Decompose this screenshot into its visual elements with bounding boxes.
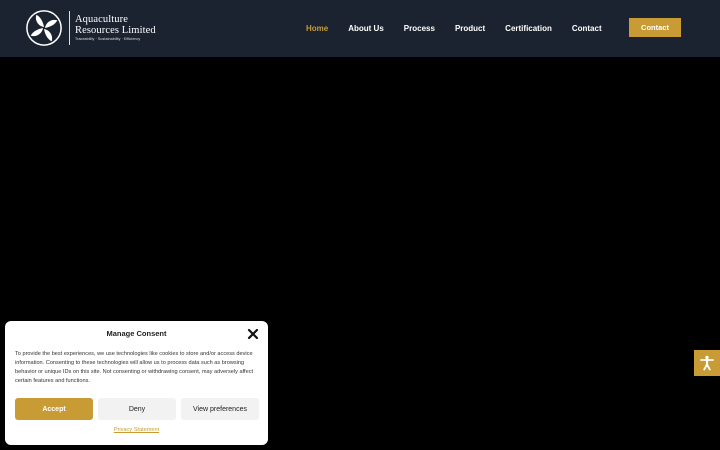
- nav-contact[interactable]: Contact: [572, 24, 602, 33]
- logo-divider: [69, 11, 70, 45]
- brand-name-line2: Resources Limited: [75, 25, 156, 36]
- site-logo[interactable]: Aquaculture Resources Limited Traceabili…: [25, 9, 156, 47]
- consent-body: To provide the best experiences, we use …: [15, 351, 254, 384]
- deny-button[interactable]: Deny: [98, 398, 176, 420]
- page: Aquaculture Resources Limited Traceabili…: [0, 0, 720, 450]
- nav-process[interactable]: Process: [404, 24, 435, 33]
- site-header: Aquaculture Resources Limited Traceabili…: [0, 0, 720, 57]
- logo-text: Aquaculture Resources Limited Traceabili…: [75, 14, 156, 42]
- privacy-statement-link[interactable]: Privacy Statement: [5, 427, 268, 433]
- close-icon[interactable]: [247, 328, 259, 340]
- nav-certification[interactable]: Certification: [505, 24, 552, 33]
- accept-button[interactable]: Accept: [15, 398, 93, 420]
- contact-button[interactable]: Contact: [629, 18, 681, 37]
- logo-icon: [26, 10, 62, 46]
- main-nav: Home About Us Process Product Certificat…: [296, 0, 612, 57]
- accessibility-person-icon: [700, 355, 714, 371]
- consent-title: Manage Consent: [106, 329, 167, 338]
- nav-about-us[interactable]: About Us: [348, 24, 384, 33]
- view-preferences-button[interactable]: View preferences: [181, 398, 259, 420]
- accessibility-button[interactable]: [694, 350, 720, 376]
- brand-tagline: Traceability · Sustainability · Efficien…: [75, 37, 141, 41]
- nav-home[interactable]: Home: [306, 24, 328, 33]
- consent-dialog: Manage Consent To provide the best exper…: [5, 321, 268, 445]
- brand-name-line1: Aquaculture: [75, 14, 128, 25]
- nav-product[interactable]: Product: [455, 24, 485, 33]
